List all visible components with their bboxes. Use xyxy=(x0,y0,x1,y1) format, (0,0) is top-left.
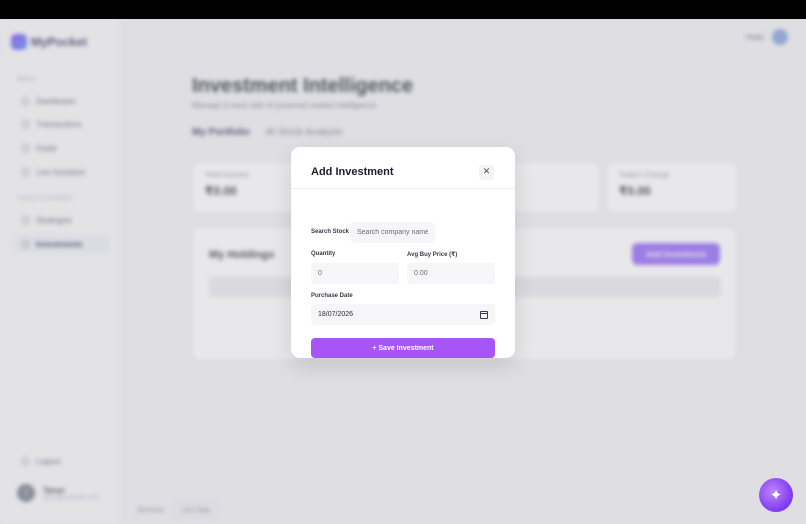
top-black-bar xyxy=(0,0,806,19)
close-button[interactable]: ✕ xyxy=(479,165,494,180)
search-stock-input[interactable] xyxy=(350,222,435,243)
save-investment-button[interactable]: + Save Investment xyxy=(311,338,495,358)
ai-assistant-fab[interactable]: ✦ xyxy=(759,478,793,512)
close-icon: ✕ xyxy=(482,167,491,177)
sparkle-icon: ✦ xyxy=(769,487,783,504)
quantity-label: Quantity xyxy=(311,251,336,257)
purchase-date-value: 18/07/2026 xyxy=(318,311,354,318)
avg-buy-price-label: Avg Buy Price (₹) xyxy=(407,252,458,258)
calendar-icon[interactable] xyxy=(480,310,488,319)
quantity-input[interactable] xyxy=(311,263,399,284)
add-investment-modal: Add Investment ✕ Search Stock Quantity A… xyxy=(291,147,515,358)
search-stock-label: Search Stock xyxy=(311,229,350,235)
purchase-date-input[interactable]: 18/07/2026 xyxy=(311,304,495,325)
modal-divider xyxy=(291,188,515,189)
purchase-date-label: Purchase Date xyxy=(311,293,353,299)
avg-buy-price-input[interactable] xyxy=(407,263,495,284)
modal-title: Add Investment xyxy=(311,166,394,178)
